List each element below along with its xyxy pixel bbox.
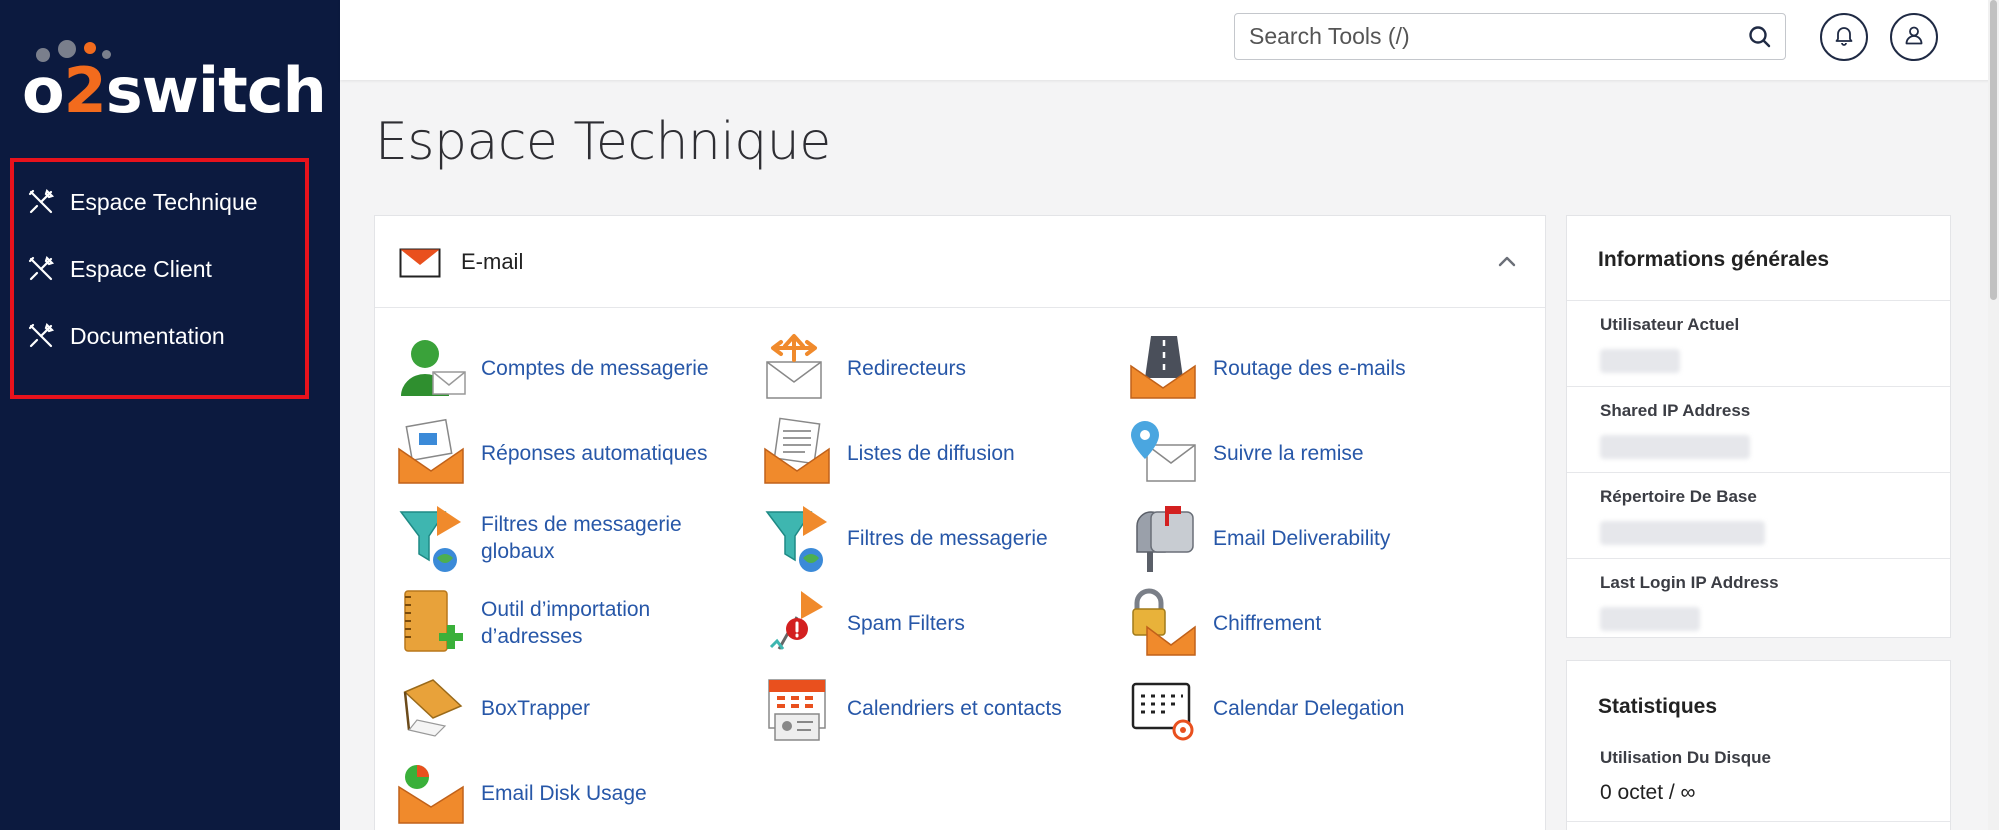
tool-chiffrement[interactable]: Chiffrement [1127, 587, 1463, 659]
user-icon [1903, 24, 1925, 51]
disk-usage-icon [395, 757, 467, 829]
tool-label: Email Disk Usage [481, 781, 647, 805]
filter-icon [761, 502, 833, 574]
calendar-contacts-icon [761, 672, 833, 744]
tool-reponses-automatiques[interactable]: Réponses automatiques [395, 417, 731, 489]
disk-usage-value: 0 octet / ∞ [1600, 781, 1696, 804]
scrollbar-thumb[interactable] [1990, 0, 1997, 300]
divider [1567, 821, 1950, 822]
redacted-value [1600, 435, 1750, 459]
tool-label: Filtres de messagerie [847, 526, 1048, 550]
calendar-gear-icon [1127, 672, 1199, 744]
tool-listes-de-diffusion[interactable]: Listes de diffusion [761, 417, 1097, 489]
logo-prefix: o [22, 54, 65, 127]
info-label: Utilisateur Actuel [1600, 315, 1740, 334]
boxtrapper-icon [395, 672, 467, 744]
tool-routage-des-e-mails[interactable]: Routage des e-mails [1127, 332, 1463, 404]
statistics-title: Statistiques [1598, 695, 1718, 718]
tool-label: Spam Filters [847, 611, 965, 635]
tool-label: Outil d’importation d’adresses [481, 598, 651, 648]
page-scrollbar[interactable] [1988, 0, 1999, 830]
envelope-icon [399, 248, 441, 278]
tool-label: Suivre la remise [1213, 441, 1364, 465]
tool-redirecteurs[interactable]: Redirecteurs [761, 332, 1097, 404]
tool-suivre-la-remise[interactable]: Suivre la remise [1127, 417, 1463, 489]
o2switch-logo[interactable]: o2switch [22, 40, 327, 122]
tool-spam-filters[interactable]: Spam Filters [761, 587, 1097, 659]
track-delivery-icon [1127, 417, 1199, 489]
info-row-shared-ip: Shared IP Address [1567, 386, 1950, 472]
tool-outil-importation[interactable]: Outil d’importation d’adresses [395, 587, 731, 659]
logo-text: o2switch [22, 60, 327, 122]
tool-label: Comptes de messagerie [481, 356, 709, 380]
sidebar-item-label: Documentation [70, 322, 225, 349]
tool-filtres-de-messagerie[interactable]: Filtres de messagerie [761, 502, 1097, 574]
tool-label: Email Deliverability [1213, 526, 1391, 550]
tool-comptes-de-messagerie[interactable]: Comptes de messagerie [395, 332, 731, 404]
sidebar-item-label: Espace Technique [70, 188, 258, 215]
logo-two: 2 [63, 54, 107, 127]
sidebar-item-espace-client[interactable]: Espace Client [26, 249, 212, 289]
tools-icon [26, 321, 56, 351]
tool-calendar-delegation[interactable]: Calendar Delegation [1127, 672, 1463, 744]
tool-email-disk-usage[interactable]: Email Disk Usage [395, 757, 731, 829]
info-row-current-user: Utilisateur Actuel [1567, 300, 1950, 386]
redacted-value [1600, 349, 1680, 373]
info-row-last-login-ip: Last Login IP Address [1567, 558, 1950, 644]
tool-label: BoxTrapper [481, 696, 590, 720]
sidebar-item-label: Espace Client [70, 255, 212, 282]
tool-label: Listes de diffusion [847, 441, 1015, 465]
redacted-value [1600, 607, 1700, 631]
top-header [340, 0, 1999, 80]
tool-calendriers-et-contacts[interactable]: Calendriers et contacts [761, 672, 1097, 744]
email-section-title: E-mail [461, 249, 524, 274]
page-title: Espace Technique [375, 112, 831, 172]
info-label: Last Login IP Address [1600, 573, 1779, 592]
tool-filtres-globaux[interactable]: Filtres de messagerie globaux [395, 502, 731, 574]
tools-icon [26, 187, 56, 217]
email-section-card: E-mail Comptes de messagerie Réponses au… [374, 215, 1546, 830]
sidebar-item-documentation[interactable]: Documentation [26, 316, 225, 356]
logo-dot [84, 42, 96, 54]
tool-email-deliverability[interactable]: Email Deliverability [1127, 502, 1463, 574]
disk-usage-label: Utilisation Du Disque [1600, 748, 1771, 767]
tool-label: Chiffrement [1213, 611, 1322, 635]
search-box[interactable] [1234, 13, 1786, 60]
tool-boxtrapper[interactable]: BoxTrapper [395, 672, 731, 744]
user-mail-icon [395, 332, 467, 404]
tool-label: Redirecteurs [847, 356, 967, 380]
email-section-header[interactable]: E-mail [375, 216, 1545, 308]
sidebar-item-espace-technique[interactable]: Espace Technique [26, 182, 258, 222]
user-menu-button[interactable] [1890, 13, 1938, 61]
routing-icon [1127, 332, 1199, 404]
general-info-card: Informations générales Utilisateur Actue… [1566, 215, 1951, 638]
global-filter-icon [395, 502, 467, 574]
search-icon[interactable] [1747, 24, 1773, 50]
address-book-icon [395, 587, 467, 659]
chevron-up-icon[interactable] [1497, 252, 1517, 272]
sidebar: o2switch Espace Technique Espace Client … [0, 0, 340, 830]
tool-label: Calendar Delegation [1213, 696, 1405, 720]
spam-icon [761, 587, 833, 659]
tool-label: Calendriers et contacts [847, 696, 1062, 720]
statistics-card: Statistiques Utilisation Du Disque 0 oct… [1566, 660, 1951, 830]
lock-mail-icon [1127, 587, 1199, 659]
tool-label: Routage des e-mails [1213, 356, 1406, 380]
tools-icon [26, 254, 56, 284]
bell-icon [1833, 24, 1855, 51]
tool-label: Filtres de messagerie globaux [481, 513, 682, 563]
notifications-button[interactable] [1820, 13, 1868, 61]
info-label: Shared IP Address [1600, 401, 1751, 420]
tool-label: Réponses automatiques [481, 441, 708, 465]
autoresponder-icon [395, 417, 467, 489]
mailing-list-icon [761, 417, 833, 489]
search-input[interactable] [1235, 14, 1735, 59]
info-label: Répertoire De Base [1600, 487, 1757, 506]
info-row-home-directory: Répertoire De Base [1567, 472, 1950, 558]
redacted-value [1600, 521, 1765, 545]
general-info-title: Informations générales [1598, 248, 1830, 271]
forwarder-icon [761, 332, 833, 404]
mailbox-icon [1127, 502, 1199, 574]
logo-suffix: switch [105, 54, 327, 127]
